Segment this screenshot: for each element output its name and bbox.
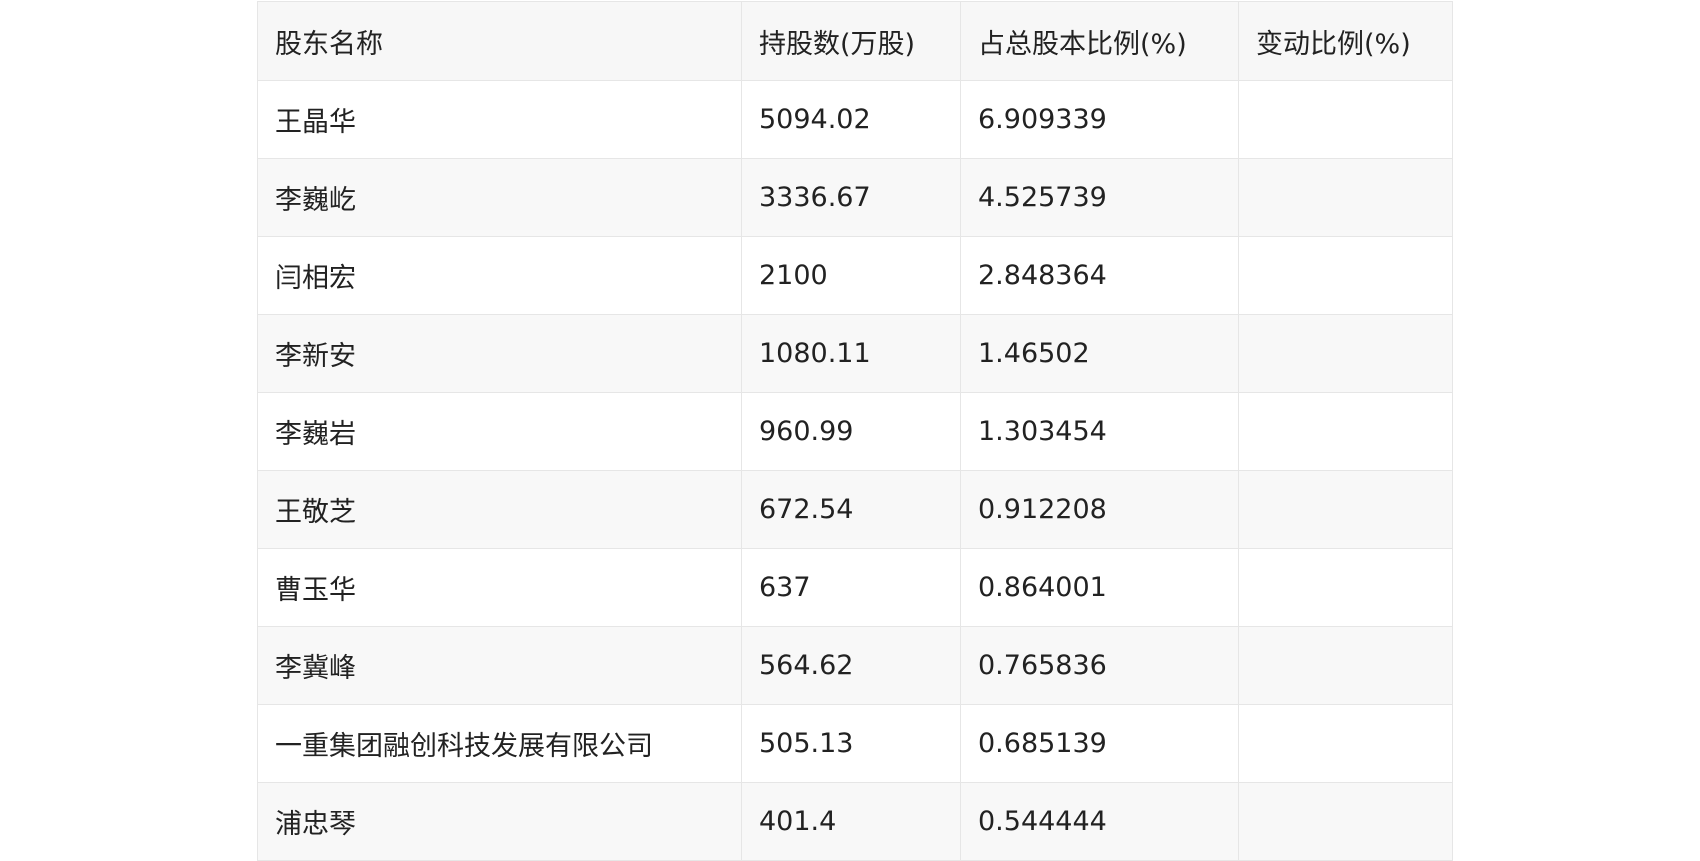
cell-change-ratio	[1238, 470, 1453, 549]
cell-shares-held: 1080.11	[741, 314, 961, 393]
cell-share-ratio: 6.909339	[960, 80, 1239, 159]
cell-share-ratio: 2.848364	[960, 236, 1239, 315]
cell-change-ratio	[1238, 782, 1453, 861]
header-shares-held: 持股数(万股)	[741, 1, 961, 81]
cell-share-ratio: 0.912208	[960, 470, 1239, 549]
cell-shareholder-name: 闫相宏	[257, 236, 742, 315]
cell-shareholder-name: 曹玉华	[257, 548, 742, 627]
cell-shares-held: 564.62	[741, 626, 961, 705]
cell-shareholder-name: 浦忠琴	[257, 782, 742, 861]
cell-change-ratio	[1238, 158, 1453, 237]
cell-shares-held: 960.99	[741, 392, 961, 471]
table-body: 王晶华 5094.02 6.909339 李巍屹 3336.67 4.52573…	[257, 80, 1453, 861]
table-row: 曹玉华 637 0.864001	[257, 548, 1453, 627]
table-row: 闫相宏 2100 2.848364	[257, 236, 1453, 315]
cell-change-ratio	[1238, 548, 1453, 627]
table-row: 王晶华 5094.02 6.909339	[257, 80, 1453, 159]
header-row: 股东名称 持股数(万股) 占总股本比例(%) 变动比例(%)	[257, 1, 1453, 81]
cell-shareholder-name: 李新安	[257, 314, 742, 393]
table-row: 一重集团融创科技发展有限公司 505.13 0.685139	[257, 704, 1453, 783]
shareholder-table-container: 股东名称 持股数(万股) 占总股本比例(%) 变动比例(%) 王晶华 5094.…	[257, 1, 1453, 861]
cell-share-ratio: 0.685139	[960, 704, 1239, 783]
cell-shares-held: 401.4	[741, 782, 961, 861]
cell-change-ratio	[1238, 236, 1453, 315]
table-row: 李巍屹 3336.67 4.525739	[257, 158, 1453, 237]
cell-shareholder-name: 李冀峰	[257, 626, 742, 705]
cell-shares-held: 2100	[741, 236, 961, 315]
cell-shareholder-name: 一重集团融创科技发展有限公司	[257, 704, 742, 783]
cell-shares-held: 505.13	[741, 704, 961, 783]
header-share-ratio: 占总股本比例(%)	[960, 1, 1239, 81]
cell-share-ratio: 0.864001	[960, 548, 1239, 627]
cell-shares-held: 637	[741, 548, 961, 627]
cell-shareholder-name: 李巍岩	[257, 392, 742, 471]
cell-shares-held: 5094.02	[741, 80, 961, 159]
table-row: 浦忠琴 401.4 0.544444	[257, 782, 1453, 861]
table-row: 王敬芝 672.54 0.912208	[257, 470, 1453, 549]
cell-shares-held: 672.54	[741, 470, 961, 549]
header-shareholder-name: 股东名称	[257, 1, 742, 81]
cell-share-ratio: 1.46502	[960, 314, 1239, 393]
cell-change-ratio	[1238, 704, 1453, 783]
cell-share-ratio: 0.544444	[960, 782, 1239, 861]
table-row: 李巍岩 960.99 1.303454	[257, 392, 1453, 471]
cell-share-ratio: 1.303454	[960, 392, 1239, 471]
cell-change-ratio	[1238, 314, 1453, 393]
cell-change-ratio	[1238, 80, 1453, 159]
table-header: 股东名称 持股数(万股) 占总股本比例(%) 变动比例(%)	[257, 1, 1453, 81]
cell-shareholder-name: 王晶华	[257, 80, 742, 159]
cell-change-ratio	[1238, 392, 1453, 471]
table-row: 李新安 1080.11 1.46502	[257, 314, 1453, 393]
cell-shareholder-name: 李巍屹	[257, 158, 742, 237]
cell-shares-held: 3336.67	[741, 158, 961, 237]
cell-share-ratio: 4.525739	[960, 158, 1239, 237]
cell-share-ratio: 0.765836	[960, 626, 1239, 705]
table-row: 李冀峰 564.62 0.765836	[257, 626, 1453, 705]
header-change-ratio: 变动比例(%)	[1238, 1, 1453, 81]
shareholder-table: 股东名称 持股数(万股) 占总股本比例(%) 变动比例(%) 王晶华 5094.…	[257, 1, 1453, 861]
cell-shareholder-name: 王敬芝	[257, 470, 742, 549]
cell-change-ratio	[1238, 626, 1453, 705]
